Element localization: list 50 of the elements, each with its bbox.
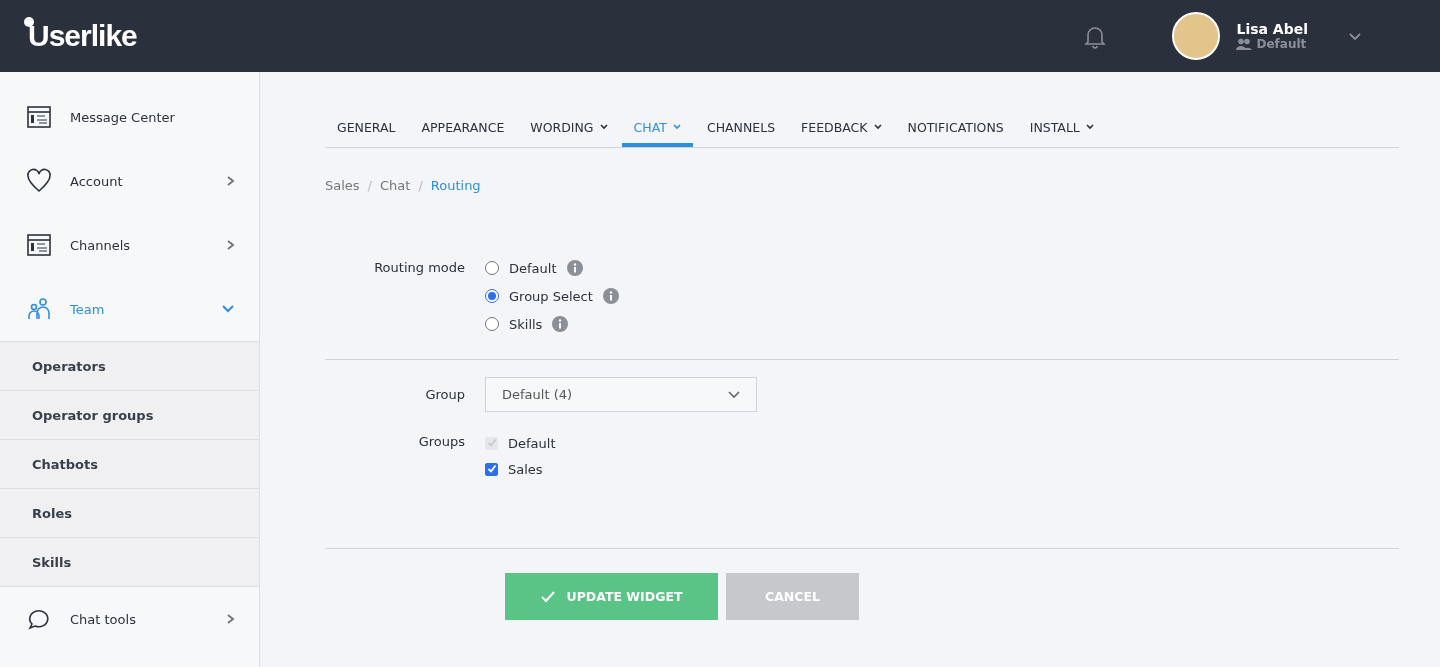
- tab[interactable]: CHANNELS: [694, 111, 788, 147]
- sidebar-item[interactable]: Chat tools: [0, 587, 259, 651]
- sidebar-item[interactable]: Channels: [0, 213, 259, 277]
- tab[interactable]: NOTIFICATIONS: [895, 111, 1016, 147]
- checkbox[interactable]: [485, 462, 498, 476]
- submenu-item[interactable]: Chatbots: [0, 440, 259, 489]
- heart-icon: [26, 168, 52, 194]
- sidebar-item[interactable]: Account: [0, 149, 259, 213]
- radio-button[interactable]: [485, 261, 499, 275]
- tab[interactable]: FEEDBACK: [789, 111, 894, 147]
- breadcrumb-link[interactable]: Sales: [325, 178, 360, 193]
- checkmark-icon: [486, 464, 497, 474]
- radio-button[interactable]: [485, 317, 499, 331]
- field-label: Group: [424, 386, 466, 404]
- avatar[interactable]: [1172, 12, 1221, 60]
- submenu-item[interactable]: Operator groups: [0, 391, 259, 440]
- tab[interactable]: INSTALL: [1017, 111, 1106, 147]
- window-icon: [26, 104, 52, 130]
- breadcrumb-separator: /: [367, 178, 372, 193]
- user-name: Lisa Abel: [1236, 21, 1308, 37]
- checkmark-icon: [486, 438, 497, 448]
- option-label: Default: [508, 435, 556, 451]
- option-label: Group Select: [509, 288, 593, 304]
- userlike-logo[interactable]: Userlike: [24, 19, 137, 53]
- info-icon: [566, 260, 583, 276]
- caret-icon: [1348, 31, 1362, 41]
- people-icon: [26, 296, 52, 322]
- breadcrumb-link[interactable]: Chat: [380, 178, 411, 193]
- info-icon: [552, 316, 569, 332]
- tab[interactable]: GENERAL: [325, 111, 408, 147]
- field-label: Groups: [417, 434, 466, 449]
- option-label: Skills: [509, 316, 543, 332]
- people-icon: [1236, 38, 1253, 50]
- group-dropdown[interactable]: Default (4): [485, 377, 757, 412]
- radio-button[interactable]: [485, 289, 499, 303]
- chevron-down-icon: [728, 390, 740, 399]
- user-role: Default: [1256, 37, 1307, 51]
- submenu-item[interactable]: Operators: [0, 342, 259, 391]
- info-icon: [602, 288, 619, 304]
- field-label: Routing mode: [373, 259, 466, 277]
- sidebar-item[interactable]: Message Center: [0, 85, 259, 149]
- submenu-item[interactable]: Skills: [0, 538, 259, 587]
- submenu-item[interactable]: Roles: [0, 489, 259, 538]
- breadcrumb-separator: /: [418, 178, 423, 193]
- option-label: Sales: [508, 461, 543, 477]
- tab[interactable]: WORDING: [518, 111, 620, 147]
- option-label: Default: [509, 260, 557, 276]
- tab[interactable]: APPEARANCE: [409, 111, 517, 147]
- checkmark-icon: [540, 590, 555, 603]
- window-icon: [26, 232, 52, 258]
